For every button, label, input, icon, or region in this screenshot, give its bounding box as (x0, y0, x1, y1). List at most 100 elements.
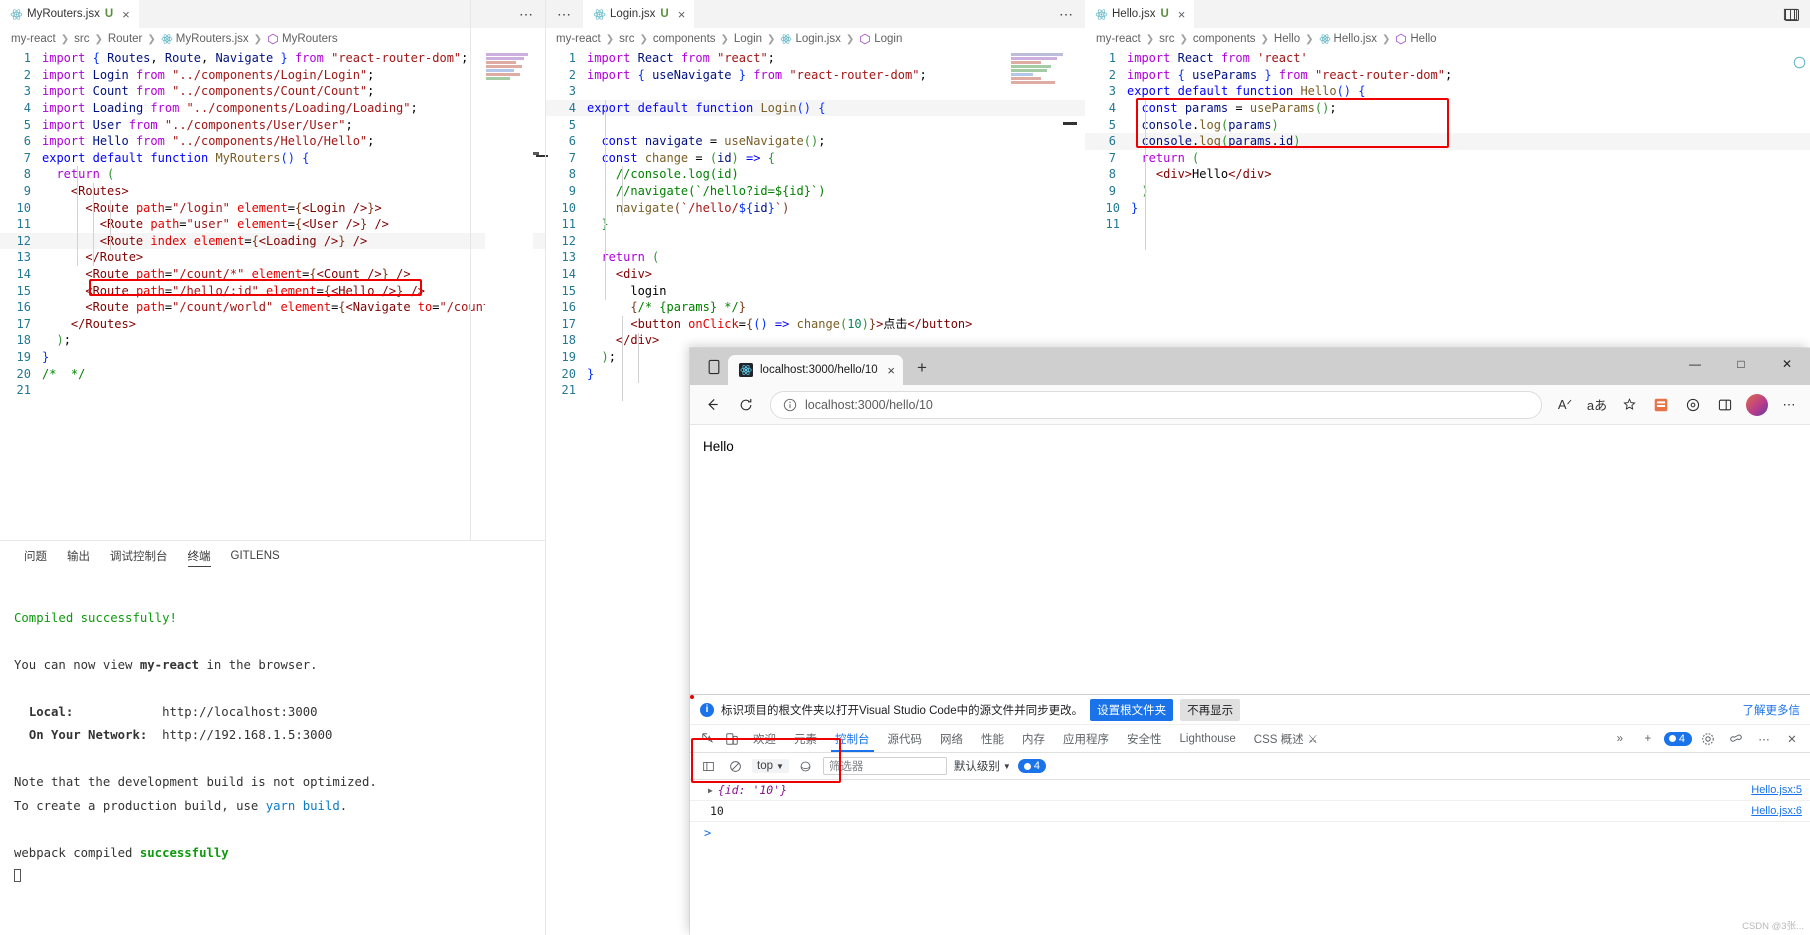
breadcrumb-item[interactable]: Hello (1410, 33, 1436, 45)
inspect-element-icon[interactable] (696, 727, 720, 751)
panel-tab-debug-console[interactable]: 调试控制台 (100, 541, 178, 571)
devtools-more-icon[interactable]: ⋯ (1752, 727, 1776, 751)
close-icon[interactable]: × (122, 8, 130, 21)
devtools-tab-console[interactable]: 控制台 (826, 725, 879, 752)
settings-gear-icon[interactable] (1696, 727, 1720, 751)
reload-button[interactable] (730, 390, 762, 420)
devtools-tab-css-overview[interactable]: CSS 概述 ⚔ (1245, 725, 1327, 752)
browser-tab[interactable]: localhost:3000/hello/10 × (728, 355, 903, 385)
console-issues-badge[interactable]: 4 (1017, 759, 1046, 773)
devtools-tab-sources[interactable]: 源代码 (879, 725, 932, 752)
customize-icon[interactable] (1724, 727, 1748, 751)
breadcrumb-item[interactable]: components (1193, 33, 1256, 45)
clear-console-icon[interactable] (725, 756, 745, 776)
devtools-tab-memory[interactable]: 内存 (1013, 725, 1054, 752)
breadcrumb-item[interactable]: my-react (556, 33, 601, 45)
split-screen-icon[interactable] (1710, 390, 1740, 420)
breadcrumb-item[interactable]: components (653, 33, 716, 45)
breadcrumb-item[interactable]: Login (734, 33, 762, 45)
breadcrumb-item[interactable]: my-react (1096, 33, 1141, 45)
breadcrumb-item[interactable]: Hello (1274, 33, 1300, 45)
avatar[interactable] (1742, 390, 1772, 420)
more-tabs-icon[interactable]: » (1608, 727, 1632, 751)
devtools-tab-application[interactable]: 应用程序 (1054, 725, 1118, 752)
close-icon[interactable]: × (887, 363, 895, 378)
set-root-folder-button[interactable]: 设置根文件夹 (1090, 698, 1174, 721)
console-prompt[interactable]: > (690, 822, 1810, 843)
devtools-tab-welcome[interactable]: 欢迎 (744, 725, 785, 752)
console-sidebar-icon[interactable] (698, 756, 718, 776)
code-line: 16 {/* {params} */} (561, 300, 746, 315)
editor-actions-more[interactable]: ⋯ (545, 0, 583, 28)
code-line: 11 } (561, 217, 609, 232)
devtools-tab-elements[interactable]: 元素 (785, 725, 826, 752)
maximize-button[interactable]: □ (1718, 348, 1764, 380)
breadcrumb-item[interactable]: src (619, 33, 634, 45)
tab-hello-jsx[interactable]: Hello.jsx U × (1085, 0, 1196, 28)
devtools-close-icon[interactable]: ✕ (1780, 727, 1804, 751)
dont-show-again-button[interactable]: 不再显示 (1180, 698, 1241, 721)
code-line: 13 </Route> (16, 250, 144, 265)
panel-tab-output[interactable]: 输出 (57, 541, 100, 571)
console-level-selector[interactable]: 默认级别 ▼ (954, 758, 1011, 774)
breadcrumb-item[interactable]: Login.jsx (795, 33, 840, 45)
panel-tab-terminal[interactable]: 终端 (178, 541, 221, 571)
devtools-tab-performance[interactable]: 性能 (972, 725, 1013, 752)
minimize-button[interactable]: — (1672, 348, 1718, 380)
console-context-selector[interactable]: top ▼ (752, 759, 789, 773)
code-editor-myrouters[interactable]: 1 import { Routes, Route, Navigate } from… (0, 50, 545, 540)
breadcrumb-item[interactable]: MyRouters.jsx (176, 33, 249, 45)
browser-essentials-icon[interactable] (1678, 390, 1708, 420)
favorite-star-icon[interactable] (1614, 390, 1644, 420)
collections-icon[interactable] (1646, 390, 1676, 420)
panel-layout-icon[interactable] (1784, 7, 1800, 28)
devtools-tab-lighthouse[interactable]: Lighthouse (1171, 725, 1245, 752)
close-icon[interactable]: × (1178, 8, 1186, 21)
console-row[interactable]: ▶ {id: '10'} Hello.jsx:5 (690, 780, 1810, 801)
devtools-tab-network[interactable]: 网络 (931, 725, 972, 752)
address-bar-url: localhost:3000/hello/10 (805, 397, 933, 412)
more-options-icon[interactable]: ⋯ (1774, 390, 1804, 420)
device-toolbar-icon[interactable] (720, 727, 744, 751)
terminal-output[interactable]: Compiled successfully! You can now view … (0, 571, 545, 889)
new-tab-button[interactable]: + (907, 353, 937, 383)
breadcrumb-item[interactable]: src (1159, 33, 1174, 45)
editor-overlay-icon[interactable] (1793, 56, 1806, 74)
breadcrumb-item[interactable]: Router (108, 33, 143, 45)
learn-more-link[interactable]: 了解更多信 (1743, 702, 1801, 718)
editor-actions-more[interactable]: ⋯ (507, 0, 545, 28)
breadcrumb-item[interactable]: my-react (11, 33, 56, 45)
terminal-local-url[interactable]: http://localhost:3000 (162, 705, 317, 719)
terminal-network-url[interactable]: http://192.168.1.5:3000 (162, 728, 332, 742)
breadcrumb-item[interactable]: Hello.jsx (1334, 33, 1377, 45)
beaker-icon: ⚔ (1307, 733, 1318, 746)
fold-marker[interactable] (536, 155, 548, 157)
breadcrumb-item[interactable]: MyRouters (282, 33, 338, 45)
address-bar[interactable]: localhost:3000/hello/10 (770, 390, 1542, 419)
browser-window: localhost:3000/hello/10 × + — □ ✕ localh… (690, 348, 1810, 935)
tab-myrouters-jsx[interactable]: MyRouters.jsx U × (0, 0, 140, 28)
console-source-link[interactable]: Hello.jsx:5 (1751, 784, 1802, 796)
panel-tab-problems[interactable]: 问题 (14, 541, 57, 571)
live-expression-icon[interactable] (796, 756, 816, 776)
expand-arrow-icon[interactable]: ▶ (708, 786, 713, 795)
issues-badge[interactable]: 4 (1663, 731, 1692, 746)
tab-login-jsx[interactable]: Login.jsx U × (583, 0, 696, 28)
tab-actions-icon[interactable] (700, 348, 728, 385)
devtools-tab-security[interactable]: 安全性 (1118, 725, 1171, 752)
fold-marker-2[interactable] (1063, 122, 1077, 125)
panel-tab-gitlens[interactable]: GITLENS (221, 541, 290, 571)
console-filter-input[interactable]: 筛选器 (822, 757, 947, 775)
breadcrumb-item[interactable]: Login (874, 33, 902, 45)
breadcrumb-item[interactable]: src (74, 33, 89, 45)
immersive-reader-icon[interactable]: aあ (1582, 390, 1612, 420)
add-tab-icon[interactable]: + (1636, 727, 1660, 751)
read-aloud-icon[interactable]: Aᐟ (1550, 390, 1580, 420)
console-source-link[interactable]: Hello.jsx:6 (1751, 805, 1802, 817)
close-icon[interactable]: × (678, 8, 686, 21)
terminal-webpack-status: successfully (139, 845, 229, 860)
console-row[interactable]: 10 Hello.jsx:6 (690, 801, 1810, 822)
close-button[interactable]: ✕ (1764, 348, 1810, 380)
back-button[interactable] (696, 390, 728, 420)
editor-actions-more-2[interactable]: ⋯ (1047, 0, 1085, 28)
